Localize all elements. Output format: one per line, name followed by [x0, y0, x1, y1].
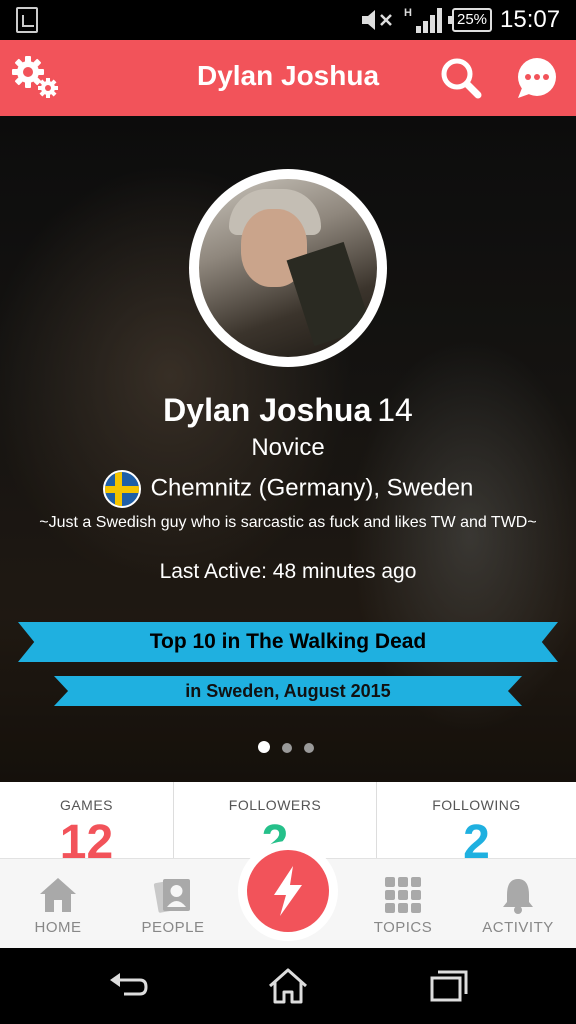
stat-value: 12: [59, 816, 114, 863]
tab-label: TOPICS: [373, 919, 433, 936]
signal-icon: H: [404, 7, 442, 33]
tab-topics[interactable]: TOPICS: [348, 859, 458, 949]
profile-name-row: Dylan Joshua 14: [0, 392, 576, 429]
achievement-subribbon: in Sweden, August 2015: [54, 676, 522, 706]
sweden-flag-icon: [102, 470, 141, 508]
avatar-photo: [199, 179, 377, 357]
page-indicator: [258, 740, 326, 758]
achievement-ribbon[interactable]: Top 10 in The Walking Dead: [18, 622, 558, 662]
stat-label: FOLLOWING: [432, 797, 521, 813]
avatar[interactable]: [189, 169, 387, 367]
stat-label: GAMES: [59, 797, 114, 813]
bell-icon: [503, 879, 533, 914]
stat-following[interactable]: FOLLOWING 2: [376, 782, 576, 862]
last-active: Last Active: 48 minutes ago: [159, 560, 417, 583]
home-icon[interactable]: [266, 966, 310, 1006]
back-icon[interactable]: [106, 966, 150, 1006]
recents-icon[interactable]: [426, 966, 470, 1006]
app-title: Dylan Joshua: [196, 60, 380, 91]
grid-icon: [385, 877, 421, 913]
profile-hero: Dylan Joshua 14 Novice Chemnitz (Germany)…: [0, 116, 576, 782]
system-nav-bar: [0, 948, 576, 1024]
tab-activity[interactable]: ACTIVITY: [463, 859, 573, 949]
profile-name: Dylan Joshua: [163, 392, 372, 428]
page-dot[interactable]: [258, 741, 270, 753]
search-icon[interactable]: [436, 54, 488, 102]
tab-label: HOME: [34, 919, 82, 936]
achievement-title: Top 10 in The Walking Dead: [149, 630, 427, 653]
stat-value: 2: [463, 816, 490, 863]
clock: 15:07: [500, 6, 561, 33]
profile-rank: Novice: [251, 434, 325, 461]
lightning-icon: [274, 866, 302, 916]
home-icon: [40, 878, 76, 912]
location-row: Chemnitz (Germany), Sweden: [0, 470, 576, 508]
tab-home[interactable]: HOME: [3, 859, 113, 949]
battery-icon: 25%: [448, 8, 492, 32]
tab-label: ACTIVITY: [482, 919, 554, 936]
app-header: Dylan Joshua: [0, 40, 576, 116]
fab-ring: [238, 841, 338, 941]
download-icon: [16, 7, 38, 33]
stat-label: FOLLOWERS: [228, 797, 322, 813]
profile-location: Chemnitz (Germany), Sweden: [150, 474, 474, 502]
profile-age: 14: [377, 392, 413, 428]
page-dot[interactable]: [282, 743, 292, 753]
tab-people[interactable]: PEOPLE: [118, 859, 228, 949]
achievement-subtitle: in Sweden, August 2015: [185, 681, 391, 701]
network-type-label: H: [404, 7, 412, 19]
mute-icon: [362, 10, 392, 30]
status-bar: H 25% 15:07: [0, 0, 576, 40]
tab-label: PEOPLE: [141, 919, 205, 936]
tab-bar: HOME PEOPLE TOPICS ACTIVITY: [0, 841, 576, 949]
play-button[interactable]: [247, 850, 329, 932]
page-dot[interactable]: [304, 743, 314, 753]
people-icon: [153, 879, 190, 913]
profile-bio: ~Just a Swedish guy who is sarcastic as …: [39, 514, 537, 531]
chat-icon[interactable]: [512, 54, 564, 102]
stat-games[interactable]: GAMES 12: [0, 782, 173, 862]
